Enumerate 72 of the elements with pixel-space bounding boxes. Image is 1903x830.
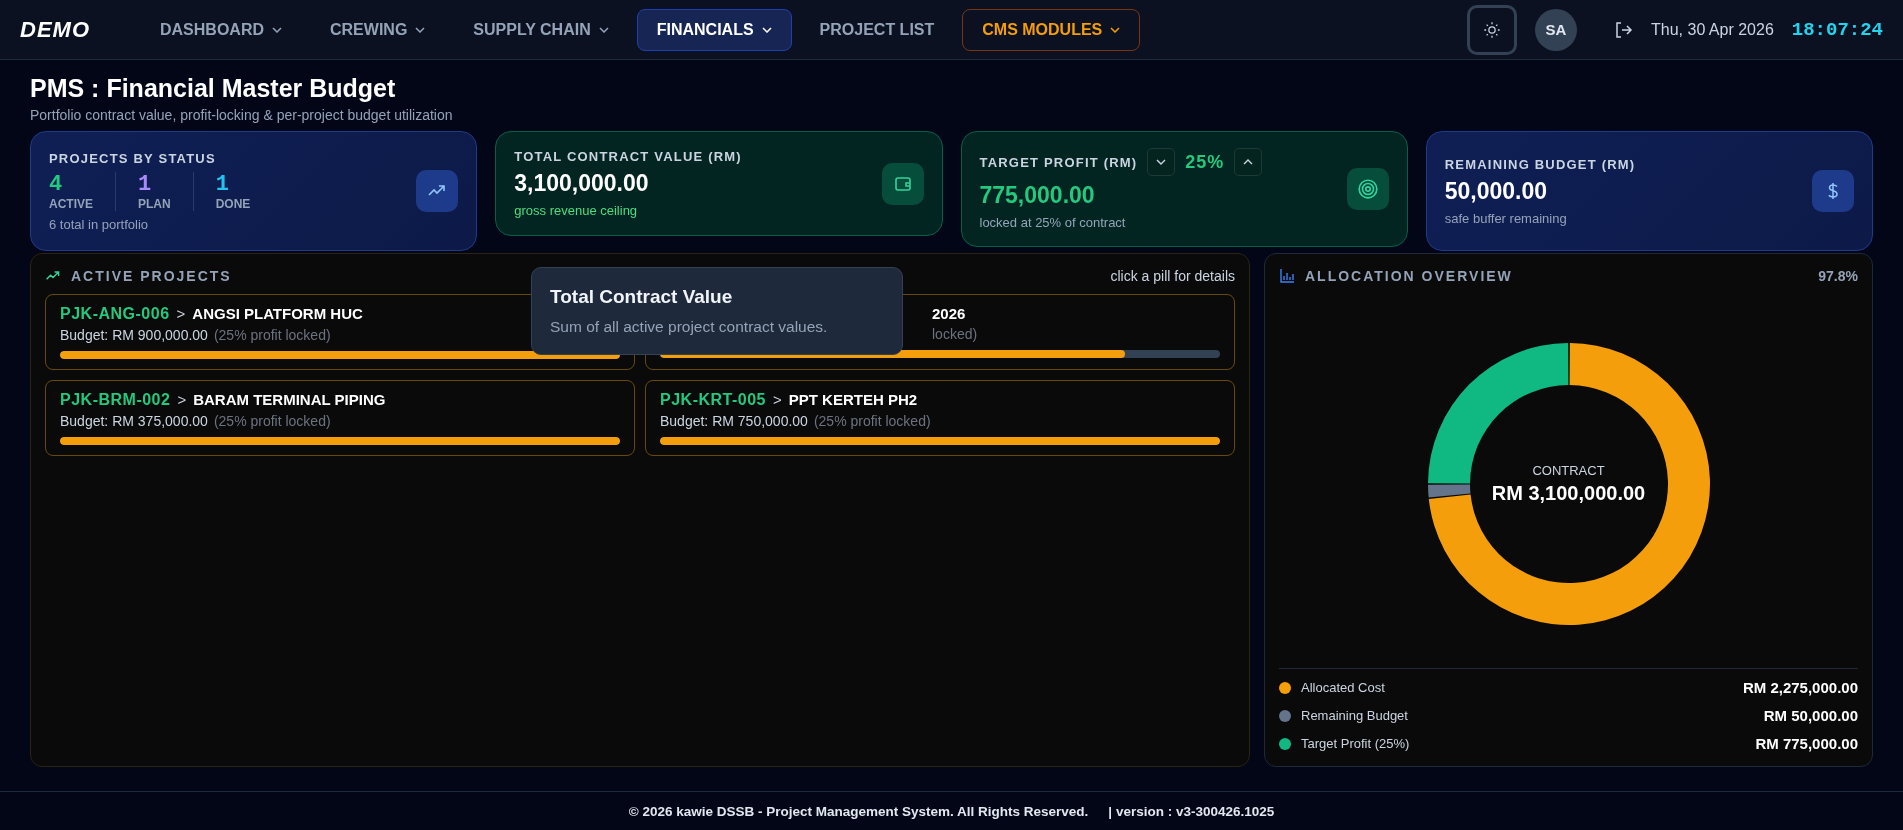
project-code: PJK-ANG-006 — [60, 305, 170, 323]
status-label: PLAN — [138, 196, 171, 211]
profit-lock-note: (25% profit locked) — [213, 413, 331, 429]
legend-label: Allocated Cost — [1301, 680, 1385, 695]
project-budget: Budget: RM 900,000.00 — [60, 327, 208, 343]
card-note: gross revenue ceiling — [514, 203, 639, 218]
target-icon — [1356, 178, 1379, 200]
project-code: PJK-KRT-005 — [660, 391, 766, 409]
logo[interactable]: DEMO — [20, 16, 90, 43]
date-text: Thu, 30 Apr 2026 — [1651, 20, 1774, 39]
chevron-up-icon — [1243, 159, 1254, 165]
status-label: ACTIVE — [49, 196, 93, 211]
profit-lock-note: (25% profit locked) — [213, 327, 331, 343]
profit-lock-note: (25% profit locked) — [813, 413, 931, 429]
legend-value: RM 775,000.00 — [1755, 735, 1858, 752]
card-note: locked at 25% of contract — [979, 215, 1127, 230]
chevron-down-icon — [1156, 159, 1167, 165]
legend-value: RM 50,000.00 — [1763, 707, 1858, 724]
decrease-button[interactable] — [1147, 148, 1176, 176]
project-budget: Budget: RM 375,000.00 — [60, 413, 208, 429]
donut-center-label: CONTRACT — [1532, 463, 1605, 478]
separator-text: > — [773, 391, 782, 408]
theme-toggle-button[interactable] — [1467, 4, 1517, 55]
clock-time: 18:07:24 — [1791, 18, 1883, 41]
card-label: REMAINING BUDGET (RM) — [1444, 156, 1636, 172]
donut-center-value: RM 3,100,000.00 — [1491, 482, 1646, 505]
card-value: 775,000.00 — [979, 182, 1096, 209]
profit-percent: 25% — [1185, 151, 1225, 173]
panel-title: ACTIVE PROJECTS — [71, 268, 232, 284]
nav-tab[interactable]: CREWING — [310, 8, 446, 51]
nav-tab[interactable]: CMS MODULES — [962, 8, 1141, 51]
project-pill[interactable]: PJK-BRM-002 > BARAM TERMINAL PIPING Budget: RM 375,000.00 (25% profit locked) — [45, 380, 635, 456]
project-name: PPT KERTEH PH2 — [788, 391, 918, 408]
page-subtitle: Portfolio contract value, profit-locking & per-project budget utilization — [30, 107, 454, 123]
copyright-text: © 2026 kawie DSSB - Project Management System. All Rights Reserved. — [628, 803, 1089, 819]
page-title: PMS : Financial Master Budget — [30, 74, 397, 103]
legend-value: RM 2,275,000.00 — [1742, 679, 1858, 696]
project-name: BARAM TERMINAL PIPING — [193, 391, 386, 408]
profit-lock-note: locked) — [932, 326, 978, 342]
hint-text: click a pill for details — [1110, 268, 1235, 284]
status-label: DONE — [215, 196, 251, 211]
logout-icon[interactable] — [1613, 19, 1633, 40]
project-pill[interactable]: PJK-KRT-005 > PPT KERTEH PH2 Budget: RM 750,000.00 (25% profit locked) — [645, 380, 1235, 456]
bar-chart-icon — [1279, 268, 1295, 284]
project-name: 2026 — [932, 305, 966, 322]
sun-icon — [1483, 20, 1501, 39]
nav-tab[interactable]: SUPPLY CHAIN — [453, 8, 629, 51]
legend-label: Remaining Budget — [1301, 708, 1408, 723]
allocation-percent: 97.8% — [1818, 268, 1858, 284]
project-name: ANGSI PLATFORM HUC — [192, 305, 363, 322]
status-count: 1 — [215, 171, 230, 197]
project-budget: Budget: RM 750,000.00 — [660, 413, 808, 429]
version-text: | version : v3-300426.1025 — [1108, 803, 1275, 819]
card-value: 50,000.00 — [1444, 177, 1549, 205]
project-code: PJK-BRM-002 — [60, 391, 171, 409]
nav-tab[interactable]: PROJECT LIST — [799, 8, 955, 51]
status-count: 1 — [138, 171, 153, 197]
user-avatar[interactable]: SA — [1535, 8, 1577, 51]
increase-button[interactable] — [1234, 148, 1263, 176]
card-label: TOTAL CONTRACT VALUE (RM) — [514, 149, 742, 164]
separator-text: > — [176, 305, 186, 322]
card-value: 3,100,000.00 — [514, 170, 650, 197]
card-note: 6 total in portfolio — [49, 216, 149, 232]
card-note: safe buffer remaining — [1444, 210, 1568, 226]
separator-text: > — [177, 391, 187, 408]
card-label: TARGET PROFIT (RM) — [979, 154, 1138, 170]
status-count: 4 — [49, 171, 64, 197]
panel-title: ALLOCATION OVERVIEW — [1305, 268, 1513, 284]
nav-tab[interactable]: DASHBOARD — [140, 8, 302, 51]
nav-tab[interactable]: FINANCIALS — [636, 8, 792, 51]
card-label: PROJECTS BY STATUS — [49, 150, 216, 166]
legend-label: Target Profit (25%) — [1301, 736, 1410, 751]
